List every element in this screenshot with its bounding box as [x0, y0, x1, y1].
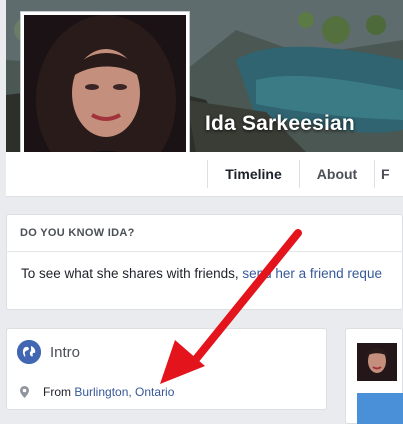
annotation-arrow	[160, 229, 302, 384]
